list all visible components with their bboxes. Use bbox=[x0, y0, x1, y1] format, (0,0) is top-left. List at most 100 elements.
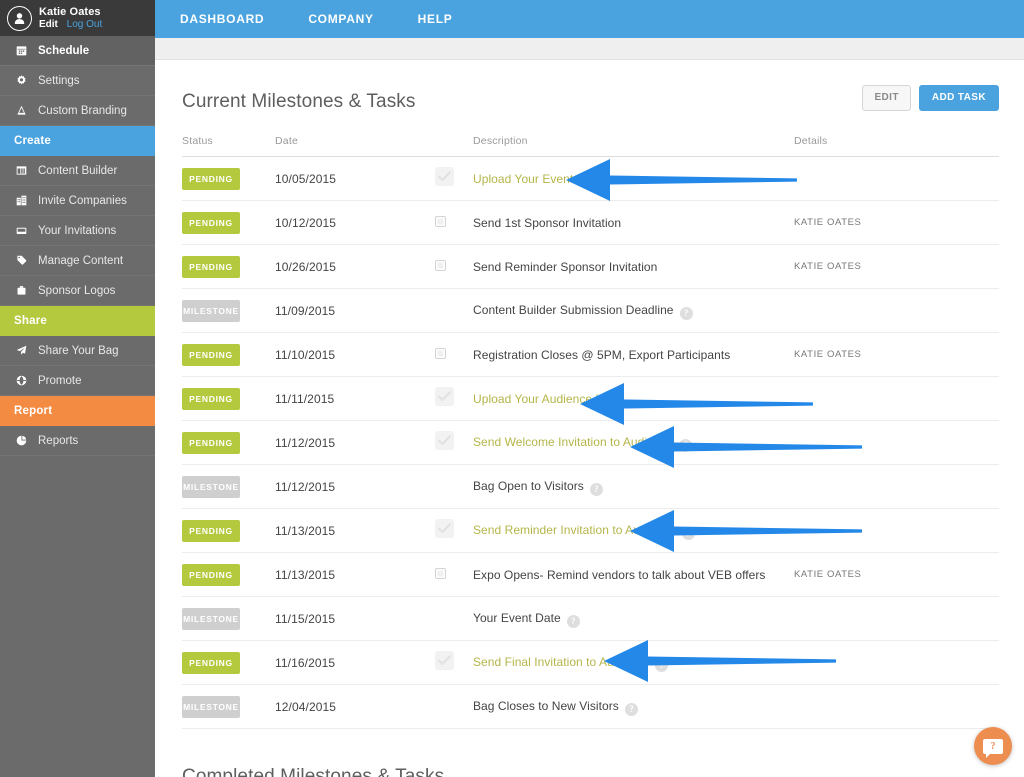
sidebar-top-items: Schedule Settings Custom Branding bbox=[0, 36, 155, 126]
description-cell: Registration Closes @ 5PM, Export Partic… bbox=[473, 346, 794, 364]
sidebar-item-schedule[interactable]: Schedule bbox=[0, 36, 155, 66]
help-question-icon[interactable]: ? bbox=[681, 526, 695, 540]
logout-link[interactable]: Log Out bbox=[67, 19, 103, 30]
task-checkbox-checked[interactable] bbox=[435, 430, 454, 450]
status-badge: PENDING bbox=[182, 255, 240, 278]
task-checkbox[interactable] bbox=[435, 259, 446, 271]
checkbox-cell bbox=[435, 650, 473, 675]
help-question-icon[interactable]: ? bbox=[624, 702, 638, 716]
sidebar-item-share-your-bag[interactable]: Share Your Bag bbox=[0, 336, 155, 366]
status-badge: MILESTONE bbox=[182, 607, 240, 630]
description-text: Expo Opens- Remind vendors to talk about… bbox=[473, 567, 766, 582]
description-text: Bag Closes to New Visitors bbox=[473, 699, 619, 714]
date-cell: 11/12/2015 bbox=[275, 479, 336, 494]
sidebar-item-custom-branding[interactable]: Custom Branding bbox=[0, 96, 155, 126]
main-area: DASHBOARD COMPANY HELP Current Milestone… bbox=[155, 0, 1024, 777]
sidebar-section-heading-share: Share bbox=[0, 306, 155, 336]
status-badge: PENDING bbox=[182, 431, 240, 454]
sidebar-item-invite-companies[interactable]: Invite Companies bbox=[0, 186, 155, 216]
envelope-icon bbox=[14, 225, 29, 236]
help-question-icon[interactable]: ? bbox=[679, 306, 693, 320]
sidebar-item-settings[interactable]: Settings bbox=[0, 66, 155, 96]
table-row: PENDING 11/13/2015 Expo Opens- Remind vend… bbox=[182, 553, 999, 597]
checkbox-cell bbox=[435, 258, 473, 276]
edit-profile-link[interactable]: Edit bbox=[39, 19, 58, 30]
table-row: PENDING 11/12/2015 Send Welcome Invitation… bbox=[182, 421, 999, 465]
table-row: PENDING 11/13/2015 Send Reminder Invitatio… bbox=[182, 509, 999, 553]
task-checkbox-checked[interactable] bbox=[435, 166, 454, 186]
task-checkbox-checked[interactable] bbox=[435, 386, 454, 406]
table-row: MILESTONE 11/09/2015 Content Builder Submi… bbox=[182, 289, 999, 333]
status-badge: PENDING bbox=[182, 211, 240, 234]
briefcase-icon bbox=[14, 285, 29, 296]
sidebar-item-promote[interactable]: Promote bbox=[0, 366, 155, 396]
avatar bbox=[7, 5, 32, 31]
help-chat-button[interactable]: ? bbox=[974, 727, 1012, 765]
description-cell: Upload Your Event Logo bbox=[473, 170, 794, 188]
page-header: Current Milestones & Tasks EDIT ADD TASK bbox=[182, 60, 999, 113]
pie-chart-icon bbox=[14, 435, 29, 446]
task-checkbox[interactable] bbox=[435, 215, 446, 227]
sidebar-item-sponsor-logos[interactable]: Sponsor Logos bbox=[0, 276, 155, 306]
description-cell: Expo Opens- Remind vendors to talk about… bbox=[473, 566, 794, 584]
status-cell: PENDING bbox=[182, 431, 275, 454]
status-badge: MILESTONE bbox=[182, 299, 240, 322]
add-task-button[interactable]: ADD TASK bbox=[918, 85, 999, 111]
edit-button[interactable]: EDIT bbox=[862, 85, 911, 111]
date-cell: 11/13/2015 bbox=[275, 567, 336, 582]
help-question-icon[interactable]: ? bbox=[566, 614, 580, 628]
sidebar-item-label: Promote bbox=[38, 374, 82, 387]
checkbox-cell bbox=[435, 518, 473, 543]
completed-section-title: Completed Milestones & Tasks bbox=[182, 766, 445, 777]
sidebar-item-label: Your Invitations bbox=[38, 224, 117, 237]
date-cell: 11/13/2015 bbox=[275, 523, 336, 538]
description-link[interactable]: Upload Your Audience List bbox=[473, 392, 614, 406]
sidebar-item-reports[interactable]: Reports bbox=[0, 426, 155, 456]
details-cell: KATIE OATES bbox=[794, 349, 862, 360]
task-checkbox[interactable] bbox=[435, 347, 446, 359]
description-text: Bag Open to Visitors bbox=[473, 479, 584, 494]
description-link[interactable]: Upload Your Event Logo bbox=[473, 172, 604, 186]
description-cell: Send Reminder Invitation to Audience? bbox=[473, 521, 794, 540]
task-checkbox-checked[interactable] bbox=[435, 650, 454, 670]
topnav-company[interactable]: COMPANY bbox=[308, 12, 373, 26]
table-row: PENDING 11/10/2015 Registration Closes @ 5… bbox=[182, 333, 999, 377]
details-cell: KATIE OATES bbox=[794, 569, 862, 580]
description-link[interactable]: Send Welcome Invitation to Audience bbox=[473, 435, 673, 449]
sidebar: Katie Oates Edit Log Out Schedule Setting… bbox=[0, 0, 155, 777]
help-question-icon[interactable]: ? bbox=[589, 482, 603, 496]
help-question-icon[interactable]: ? bbox=[679, 438, 693, 452]
help-question-icon[interactable]: ? bbox=[655, 658, 669, 672]
status-cell: MILESTONE bbox=[182, 475, 275, 498]
sidebar-item-label: Settings bbox=[38, 74, 80, 87]
details-cell: KATIE OATES bbox=[794, 217, 862, 228]
date-cell: 11/09/2015 bbox=[275, 303, 336, 318]
status-badge: MILESTONE bbox=[182, 695, 240, 718]
date-cell: 11/12/2015 bbox=[275, 435, 336, 450]
task-checkbox-checked[interactable] bbox=[435, 518, 454, 538]
status-cell: PENDING bbox=[182, 563, 275, 586]
description-cell: Send Reminder Sponsor Invitation bbox=[473, 258, 794, 276]
table-row: PENDING 10/26/2015 Send Reminder Sponsor I… bbox=[182, 245, 999, 289]
status-cell: PENDING bbox=[182, 255, 275, 278]
paper-plane-icon bbox=[14, 345, 29, 356]
sidebar-item-manage-content[interactable]: Manage Content bbox=[0, 246, 155, 276]
description-link[interactable]: Send Reminder Invitation to Audience bbox=[473, 523, 676, 537]
status-badge: PENDING bbox=[182, 563, 240, 586]
description-link[interactable]: Send Final Invitation to Audience bbox=[473, 655, 649, 669]
description-cell: Send 1st Sponsor Invitation bbox=[473, 214, 794, 232]
topnav-dashboard[interactable]: DASHBOARD bbox=[180, 12, 264, 26]
app-window: Katie Oates Edit Log Out Schedule Setting… bbox=[0, 0, 1024, 777]
table-row: MILESTONE 12/04/2015 Bag Closes to New Vis… bbox=[182, 685, 999, 729]
sidebar-item-your-invitations[interactable]: Your Invitations bbox=[0, 216, 155, 246]
task-checkbox[interactable] bbox=[435, 567, 446, 579]
description-text: Send Reminder Sponsor Invitation bbox=[473, 259, 658, 274]
sidebar-item-label: Custom Branding bbox=[38, 104, 127, 117]
sidebar-item-content-builder[interactable]: Content Builder bbox=[0, 156, 155, 186]
sidebar-item-label: Manage Content bbox=[38, 254, 124, 267]
table-row: MILESTONE 11/12/2015 Bag Open to Visitors? bbox=[182, 465, 999, 509]
topnav-help[interactable]: HELP bbox=[418, 12, 453, 26]
calendar-icon bbox=[14, 45, 29, 56]
table-row: PENDING 10/12/2015 Send 1st Sponsor Invita… bbox=[182, 201, 999, 245]
sidebar-item-label: Schedule bbox=[38, 44, 90, 57]
